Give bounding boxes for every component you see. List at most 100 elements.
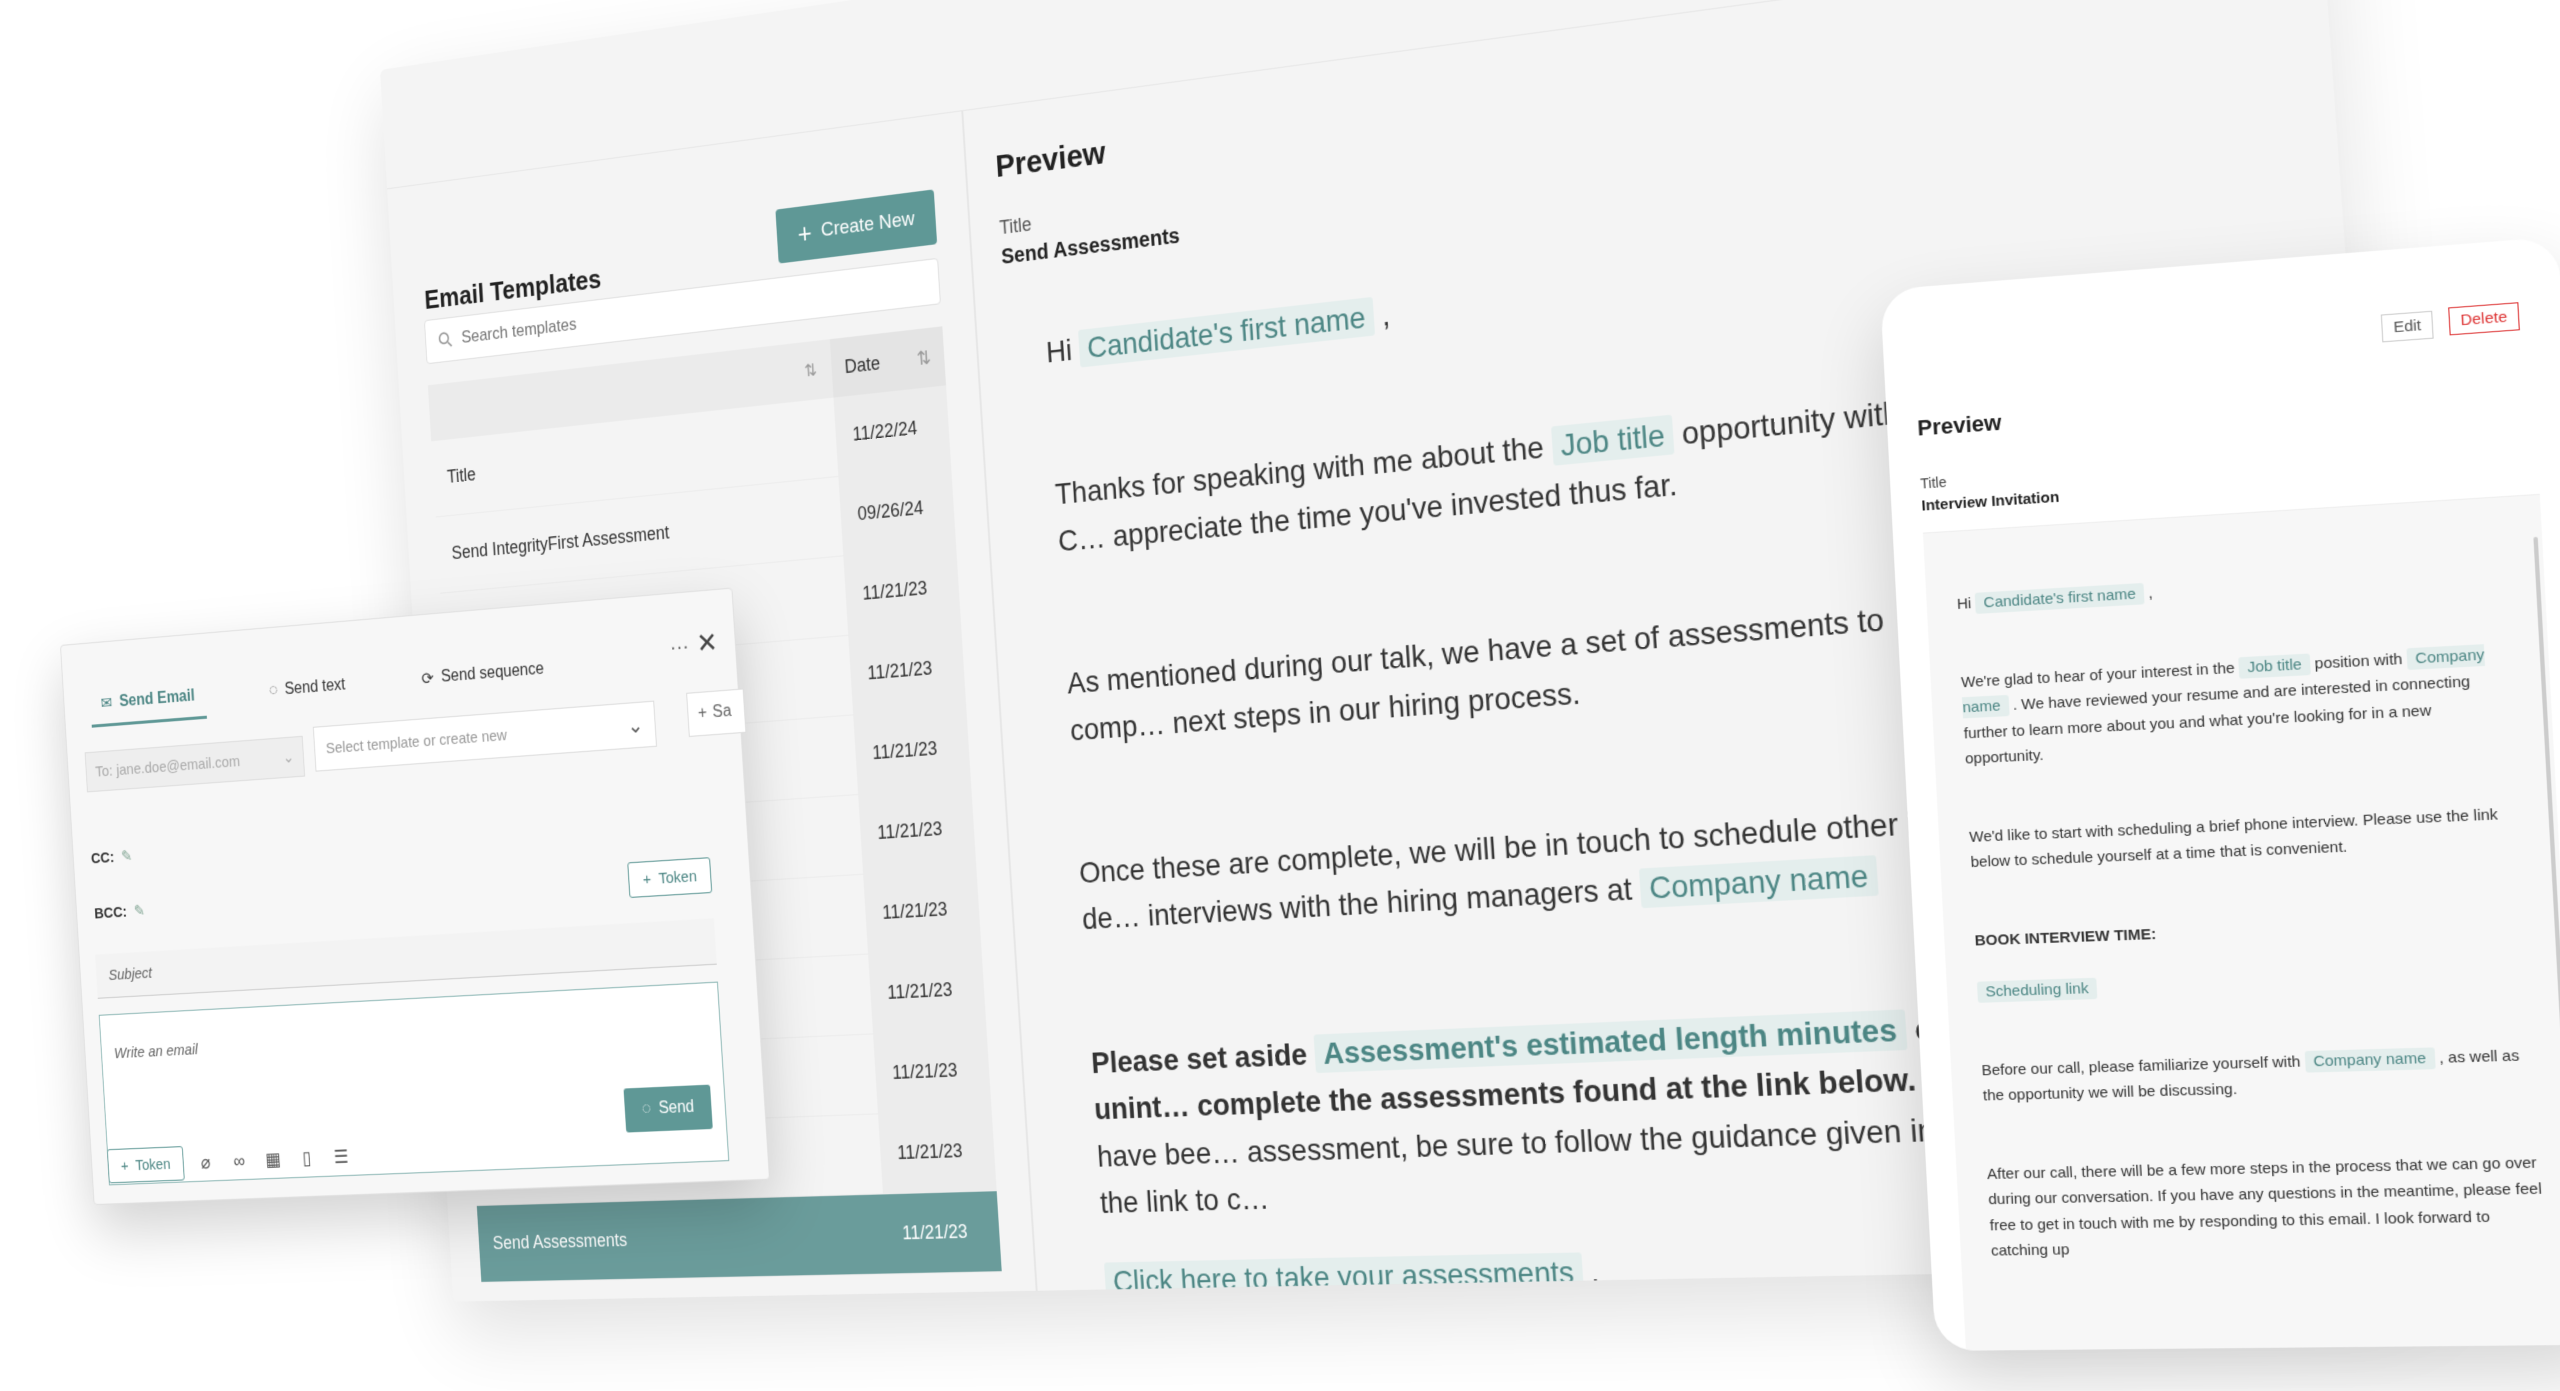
body-token-button[interactable]: + Token [107,1146,185,1183]
sequence-icon: ⟳ [421,668,435,690]
search-icon [438,330,454,350]
card-title-label: Title [1920,474,1947,492]
template-placeholder: Select template or create new [325,726,507,757]
template-select[interactable]: Select template or create new ⌄ [313,701,657,772]
chevron-down-icon: ⌄ [627,711,645,738]
attachment-icon[interactable]: ⌀ [193,1149,217,1176]
bcc-field[interactable]: BCC: ✎ [94,901,146,922]
card-paragraph: Before our call, please familiarize your… [1981,1042,2540,1109]
chevron-down-icon: ⌄ [282,748,294,767]
preview-paragraph: Once these are complete, we will be in t… [1078,794,1997,943]
token-candidate-first-name: Candidate's first name [1078,297,1375,368]
row-date: 11/22/24 [833,385,951,476]
preview-greeting: Hi Candidate's first name , [1045,227,1955,376]
tab-send-email-label: Send Email [119,687,195,711]
save-button[interactable]: + Sa [686,688,746,737]
row-date: 11/21/23 [883,1191,1002,1273]
to-field[interactable]: To: jane.doe@email.com ⌄ [85,736,305,793]
row-date: 11/21/23 [853,707,971,794]
tab-send-email[interactable]: ✉ Send Email [89,675,206,727]
token-company-name: Company name [1639,856,1878,909]
row-date: 11/21/23 [873,1029,991,1113]
token-job-title: Job title [2238,653,2310,678]
row-date: 11/21/23 [843,546,961,635]
plus-icon: + [642,870,651,888]
text: Hi [1957,595,1976,613]
token-label: Token [135,1155,171,1174]
preview-link-line: Click here to take your assessments . [1104,1239,2025,1302]
tab-send-sequence-label: Send sequence [441,660,545,687]
token-candidate-first-name: Candidate's first name [1975,583,2145,614]
card-paragraph: After our call, there will be a few more… [1986,1149,2548,1264]
plus-icon: + [120,1157,129,1174]
text: , [1373,297,1391,333]
tab-send-sequence[interactable]: ⟳ Send sequence [409,648,556,701]
preview-body: Hi Candidate's first name , Thanks for s… [1006,227,2024,1302]
token-assessment-length: Assessment's estimated length minutes [1314,1009,1908,1073]
preview-paragraph: Thanks for speaking with me about the Jo… [1054,382,1969,565]
row-date: 11/21/23 [878,1110,997,1193]
cc-label: CC: [91,849,115,868]
tab-send-text-label: Send text [284,676,346,699]
subject-token-button[interactable]: + Token [627,857,712,898]
card-title-value: Interview Invitation [1921,489,2060,515]
text: We're glad to hear of your interest in t… [1961,659,2240,691]
send-label: Send [658,1098,695,1118]
card-paragraph: We'd like to start with scheduling a bri… [1969,800,2527,876]
book-interview-heading: BOOK INTERVIEW TIME: [1974,907,2531,953]
mail-icon: ✉ [100,692,113,713]
text: Before our call, please familiarize your… [1981,1053,2305,1079]
text: Please set aside [1090,1037,1316,1080]
save-label: Sa [712,702,732,722]
body-placeholder: Write an email [114,1041,199,1062]
plus-icon: + [797,219,813,248]
bcc-label: BCC: [94,903,128,922]
interview-preview-card: Edit Delete Preview Title Interview Invi… [1880,236,2560,1351]
to-placeholder: To: jane.doe@email.com [95,752,241,780]
text: Hi [1045,332,1080,369]
row-date: 11/21/23 [868,949,986,1034]
token-job-title: Job title [1551,415,1675,466]
scheduling-link[interactable]: Scheduling link [1977,978,2097,1003]
text: , [2144,584,2154,602]
token-company-name: Company name [2304,1047,2435,1072]
preview-paragraph: As mentioned during our talk, we have a … [1066,587,1983,753]
more-icon[interactable]: ··· [669,635,690,661]
list-icon[interactable]: ☰ [328,1143,353,1171]
stage: Email Templates + Create New ⇅ Date ⇅ [0,0,2560,1391]
preview-title-value: Send Assessments [1001,88,2299,270]
card-paragraph: We're glad to hear of your interest in t… [1960,640,2520,772]
pencil-icon[interactable]: ✎ [121,848,133,866]
row-name: Send Assessments [477,1194,888,1281]
row-date: 11/21/23 [858,787,976,873]
card-body: Hi Candidate's first name , We're glad t… [1923,494,2560,1351]
plus-icon: + [697,704,707,724]
tab-send-text[interactable]: ◌ Send text [257,665,357,712]
chat-icon: ◌ [269,682,279,701]
date-column-label: Date [844,352,881,378]
create-new-label: Create New [820,208,915,243]
row-date: 09/26/24 [838,466,956,556]
edit-button[interactable]: Edit [2381,311,2434,343]
sort-icon: ⇅ [916,346,932,370]
delete-button[interactable]: Delete [2448,302,2520,335]
send-icon: ◌ [641,1100,651,1119]
preview-paragraph: Please set aside Assessment's estimated … [1090,1000,2019,1226]
card-greeting: Hi Candidate's first name , [1956,559,2512,617]
card-preview-heading: Preview [1917,410,2002,442]
send-email-dialog: ✉ Send Email ◌ Send text ⟳ Send sequence… [60,588,770,1206]
close-icon[interactable]: ✕ [696,626,719,660]
pencil-icon[interactable]: ✎ [133,902,145,920]
card-scheduling-line: Scheduling link [1977,961,2534,1005]
create-new-button[interactable]: + Create New [776,189,937,263]
link-icon[interactable]: ∞ [227,1147,252,1174]
calendar-icon[interactable]: ▦ [260,1146,285,1173]
token-label: Token [658,867,697,887]
text: position with [2310,650,2408,673]
cc-field[interactable]: CC: ✎ [90,847,132,868]
send-button[interactable]: ◌ Send [624,1085,713,1133]
table-row-selected[interactable]: Send Assessments 11/21/23 [477,1191,1002,1283]
assessment-link[interactable]: Click here to take your assessments [1104,1253,1584,1301]
document-icon[interactable]: ▯ [294,1144,319,1171]
row-date: 11/21/23 [848,626,966,714]
